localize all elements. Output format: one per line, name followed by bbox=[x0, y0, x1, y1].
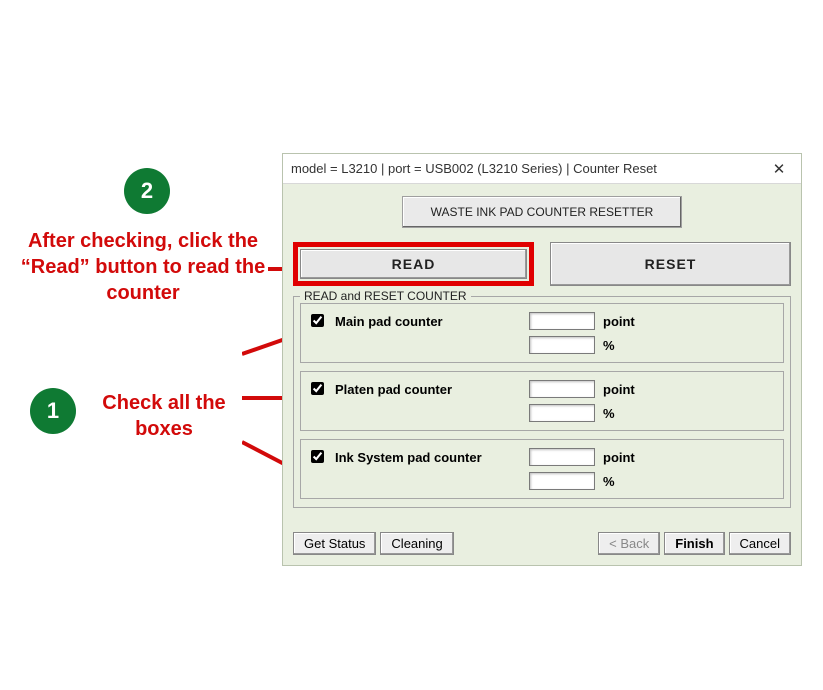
counter-row-ink-system: Ink System pad counter point % bbox=[300, 439, 784, 499]
platen-pad-checkbox[interactable] bbox=[311, 382, 324, 395]
header-label-button[interactable]: WASTE INK PAD COUNTER RESETTER bbox=[402, 196, 682, 228]
ink-system-pad-point-value bbox=[529, 448, 595, 466]
step-2-text: After checking, click the “Read” button … bbox=[14, 228, 272, 306]
get-status-button[interactable]: Get Status bbox=[293, 532, 376, 555]
counter-row-main: Main pad counter point % bbox=[300, 303, 784, 363]
step-1-text: Check all the boxes bbox=[84, 390, 244, 442]
unit-percent: % bbox=[603, 338, 663, 353]
reset-button[interactable]: RESET bbox=[550, 242, 791, 286]
footer-bar: Get Status Cleaning < Back Finish Cancel bbox=[283, 518, 801, 565]
finish-button[interactable]: Finish bbox=[664, 532, 724, 555]
close-button[interactable]: ✕ bbox=[765, 160, 793, 178]
main-pad-checkbox[interactable] bbox=[311, 314, 324, 327]
unit-percent: % bbox=[603, 474, 663, 489]
ink-system-pad-label: Ink System pad counter bbox=[335, 450, 523, 465]
main-pad-percent-value bbox=[529, 336, 595, 354]
read-button-highlight: READ bbox=[293, 242, 534, 286]
step-number-2: 2 bbox=[124, 168, 170, 214]
unit-point: point bbox=[603, 382, 663, 397]
ink-system-pad-percent-value bbox=[529, 472, 595, 490]
main-pad-point-value bbox=[529, 312, 595, 330]
platen-pad-label: Platen pad counter bbox=[335, 382, 523, 397]
unit-point: point bbox=[603, 450, 663, 465]
platen-pad-point-value bbox=[529, 380, 595, 398]
cleaning-button[interactable]: Cleaning bbox=[380, 532, 453, 555]
unit-point: point bbox=[603, 314, 663, 329]
window-title: model = L3210 | port = USB002 (L3210 Ser… bbox=[291, 161, 765, 176]
cancel-button[interactable]: Cancel bbox=[729, 532, 791, 555]
main-pad-label: Main pad counter bbox=[335, 314, 523, 329]
ink-system-pad-checkbox[interactable] bbox=[311, 450, 324, 463]
back-button: < Back bbox=[598, 532, 660, 555]
read-button[interactable]: READ bbox=[300, 249, 527, 279]
platen-pad-percent-value bbox=[529, 404, 595, 422]
counter-group: READ and RESET COUNTER Main pad counter … bbox=[293, 296, 791, 508]
group-legend: READ and RESET COUNTER bbox=[300, 289, 471, 303]
unit-percent: % bbox=[603, 406, 663, 421]
title-bar: model = L3210 | port = USB002 (L3210 Ser… bbox=[283, 154, 801, 184]
dialog-window: model = L3210 | port = USB002 (L3210 Ser… bbox=[282, 153, 802, 566]
counter-row-platen: Platen pad counter point % bbox=[300, 371, 784, 431]
step-number-1: 1 bbox=[30, 388, 76, 434]
annotation-layer: 2 After checking, click the “Read” butto… bbox=[0, 0, 280, 690]
